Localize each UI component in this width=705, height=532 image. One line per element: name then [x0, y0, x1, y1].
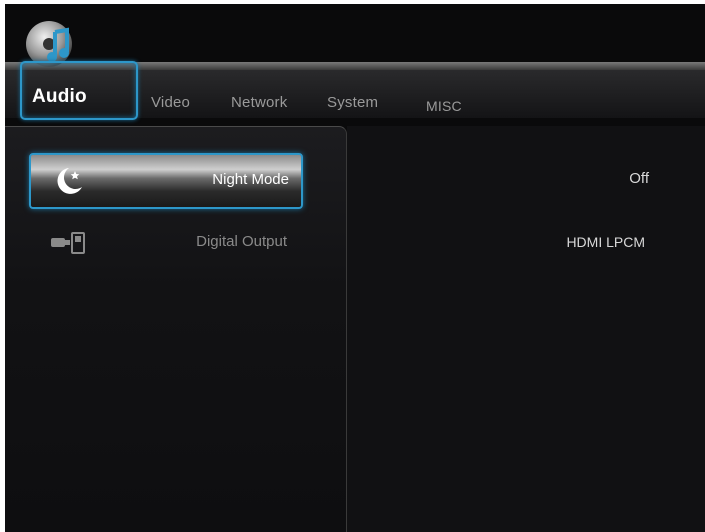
digital-output-value: HDMI LPCM — [566, 234, 645, 250]
digital-output-icon — [51, 232, 85, 254]
tab-misc[interactable]: MISC — [426, 98, 462, 114]
settings-values-panel: Off HDMI LPCM — [347, 126, 705, 532]
tab-system[interactable]: System — [327, 94, 378, 111]
setting-digital-output[interactable]: Digital Output — [29, 217, 299, 269]
setting-night-mode[interactable]: Night Mode — [29, 153, 303, 209]
night-mode-value: Off — [629, 170, 649, 187]
setting-label: Digital Output — [196, 233, 287, 250]
moon-star-icon — [57, 168, 82, 194]
tab-network[interactable]: Network — [231, 94, 287, 111]
setting-label: Night Mode — [212, 171, 289, 188]
tab-audio[interactable]: Audio — [32, 86, 87, 108]
tab-video[interactable]: Video — [151, 94, 190, 111]
settings-screen: Audio Video Network System MISC Night Mo… — [5, 4, 705, 532]
settings-list-panel: Night Mode Digital Output — [5, 126, 347, 532]
